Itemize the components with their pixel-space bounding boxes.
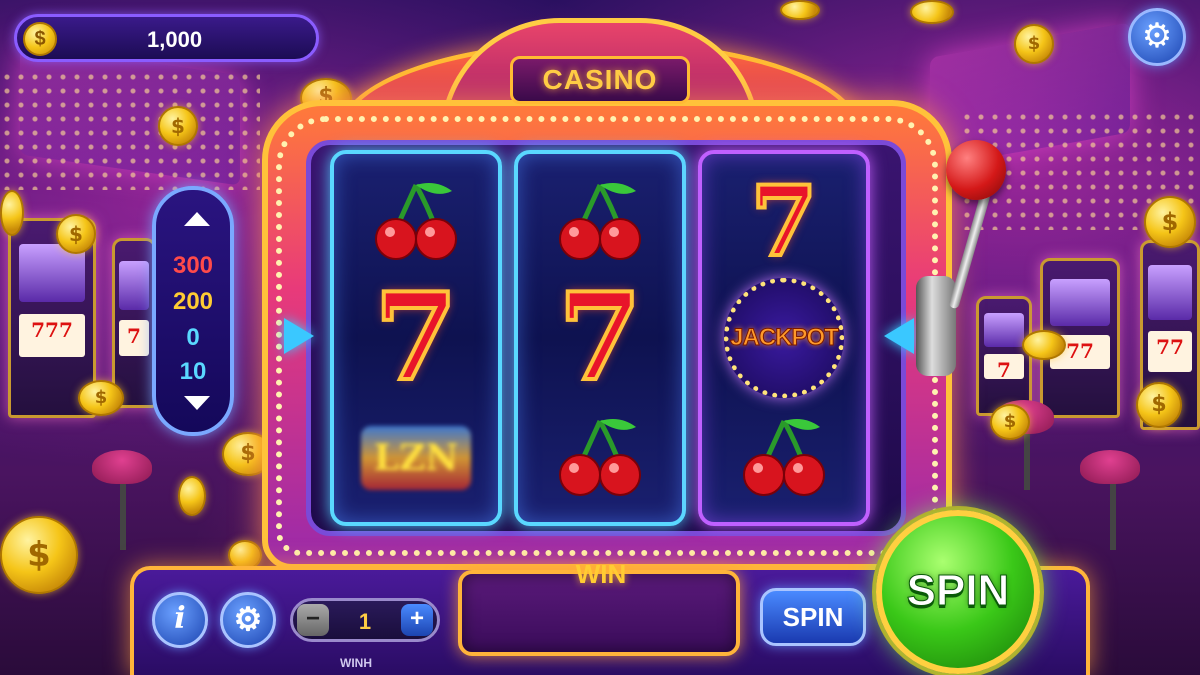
reel-3: 7 JACKPOT xyxy=(698,150,870,526)
coin-icon: $ xyxy=(23,22,57,56)
bar-stool xyxy=(1080,450,1140,484)
balance-display: $ 1,000 xyxy=(14,14,319,62)
jackpot-badge: JACKPOT xyxy=(724,278,844,398)
coin-icon: $ xyxy=(78,380,124,416)
lever-handle[interactable] xyxy=(946,140,1006,200)
seven-symbol: 7 xyxy=(749,165,820,278)
coin-icon xyxy=(178,476,206,516)
coin-icon: $ xyxy=(1144,196,1196,248)
seven-symbol: 7 xyxy=(556,267,643,408)
coin-icon: $ xyxy=(1014,24,1054,64)
paytable-value: 300 xyxy=(172,252,214,279)
settings-button-bottom[interactable]: ⚙ xyxy=(220,592,276,648)
paytable-panel: 300 200 0 10 xyxy=(152,186,234,436)
gear-icon: ⚙ xyxy=(1141,17,1173,55)
reel-2: 7 xyxy=(514,150,686,526)
cherry-icon xyxy=(518,398,682,518)
arrow-up-icon[interactable] xyxy=(184,212,210,226)
coin-icon: $ xyxy=(158,106,198,146)
coin-icon: $ xyxy=(990,404,1030,440)
coin-icon xyxy=(910,0,954,24)
seven-symbol: 7 xyxy=(372,267,459,408)
bar-stool xyxy=(92,450,152,484)
paytable-value: 200 xyxy=(172,288,214,315)
reel-1: 7 LZN xyxy=(330,150,502,526)
coin-icon xyxy=(0,190,24,236)
payline-arrow-right-icon xyxy=(884,318,914,354)
coin-icon xyxy=(780,0,820,20)
light-dots-left xyxy=(0,70,260,190)
blurred-symbol: LZN xyxy=(334,398,498,518)
jackpot-symbol: JACKPOT xyxy=(702,278,866,398)
bg-slot-machine: 7 xyxy=(976,296,1032,416)
paytable-value: 0 xyxy=(186,324,200,351)
coin-icon: $ xyxy=(56,214,96,254)
casino-title: CASINO xyxy=(510,56,690,104)
bet-caption: WINH xyxy=(340,656,372,670)
paytable-value: 10 xyxy=(179,358,207,385)
payline-arrow-left-icon xyxy=(284,318,314,354)
bet-stepper[interactable]: − 1 + xyxy=(290,598,440,642)
bet-increase-button[interactable]: + xyxy=(401,604,433,636)
win-label: WIN xyxy=(575,559,627,589)
coin-icon: $ xyxy=(1136,382,1182,428)
balance-value: 1,000 xyxy=(147,27,203,52)
coin-icon xyxy=(1022,330,1066,360)
arrow-down-icon[interactable] xyxy=(184,396,210,410)
cherry-icon xyxy=(702,398,866,518)
info-button[interactable]: i xyxy=(152,592,208,648)
bet-decrease-button[interactable]: − xyxy=(297,604,329,636)
cherry-icon xyxy=(518,162,682,282)
spin-button-small[interactable]: SPIN xyxy=(760,588,866,646)
cherry-icon xyxy=(334,162,498,282)
bg-slot-machine: 7 xyxy=(112,238,156,408)
lever-base xyxy=(916,276,956,376)
bet-value: 1 xyxy=(358,609,372,634)
settings-button[interactable]: ⚙ xyxy=(1128,8,1186,66)
coin-icon: $ xyxy=(0,516,78,594)
spin-button[interactable]: SPIN xyxy=(876,510,1040,674)
gear-icon: ⚙ xyxy=(233,601,263,637)
